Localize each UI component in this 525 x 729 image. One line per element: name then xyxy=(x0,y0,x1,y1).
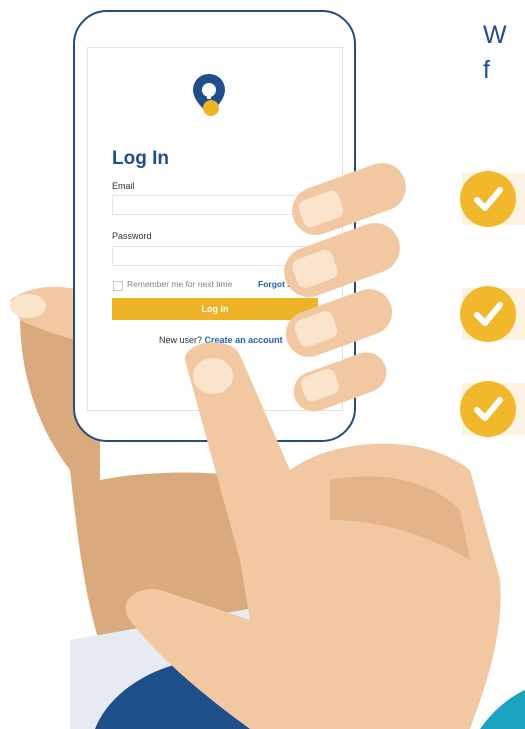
check-icon xyxy=(460,381,516,437)
checklist-item-1 xyxy=(460,171,525,227)
checklist-item-2 xyxy=(460,286,525,342)
check-icon xyxy=(460,286,516,342)
gripping-fingers xyxy=(284,163,406,412)
illustration-scene: W f Log In Email Password Remember me fo… xyxy=(0,0,525,729)
checklist-item-3 xyxy=(460,381,525,437)
check-icon xyxy=(460,171,516,227)
pointing-fingernail xyxy=(193,358,233,394)
foreground-hand xyxy=(125,163,501,729)
